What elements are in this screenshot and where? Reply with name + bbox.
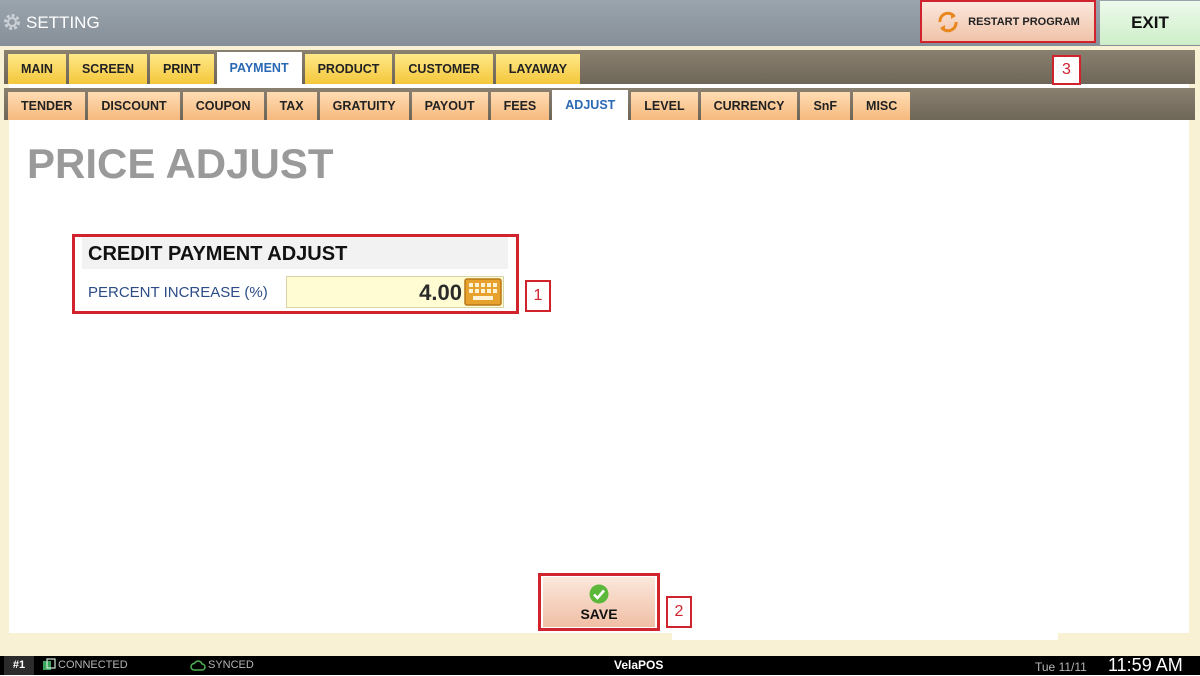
app-name-suffix: POS	[638, 658, 664, 672]
percent-increase-label: PERCENT INCREASE (%)	[88, 284, 268, 301]
taskbar-date: Tue 11/11	[1035, 660, 1087, 674]
subtab-coupon[interactable]: COUPON	[182, 92, 264, 120]
window-title: SETTING	[26, 13, 100, 32]
secondary-tab-bar: TENDER DISCOUNT COUPON TAX GRATUITY PAYOUT FEE…	[4, 88, 1195, 120]
tab-print[interactable]: PRINT	[150, 54, 214, 84]
tab-layaway[interactable]: LAYAWAY	[495, 54, 581, 84]
restart-program-label: RESTART PROGRAM	[968, 15, 1080, 28]
app-name-prefix: Vela	[614, 658, 639, 672]
page-title: PRICE ADJUST	[27, 140, 334, 187]
save-label: SAVE	[580, 606, 618, 622]
subtab-payout[interactable]: PAYOUT	[411, 92, 488, 120]
subtab-level[interactable]: LEVEL	[631, 92, 698, 120]
percent-increase-value: 4.00	[419, 280, 462, 305]
sync-status: SYNCED	[208, 659, 254, 671]
callout-3: 3	[1052, 55, 1081, 85]
station-number: #1	[4, 656, 34, 675]
subtab-discount[interactable]: DISCOUNT	[88, 92, 180, 120]
tab-product[interactable]: PRODUCT	[304, 54, 393, 84]
tab-payment[interactable]: PAYMENT	[216, 52, 302, 84]
connection-icon	[43, 658, 56, 670]
restart-icon	[938, 11, 958, 32]
connection-status: CONNECTED	[58, 659, 128, 671]
subtab-gratuity[interactable]: GRATUITY	[319, 92, 409, 120]
subtab-snf[interactable]: SnF	[800, 92, 851, 120]
tab-main[interactable]: MAIN	[8, 54, 66, 84]
bottom-strip	[672, 632, 1058, 640]
checkmark-icon	[589, 584, 609, 604]
subtab-fees[interactable]: FEES	[490, 92, 550, 120]
callout-1: 1	[525, 280, 551, 312]
subtab-adjust[interactable]: ADJUST	[552, 90, 629, 120]
keyboard-icon[interactable]	[464, 278, 502, 306]
gear-icon	[4, 14, 20, 30]
subtab-currency[interactable]: CURRENCY	[700, 92, 798, 120]
subtab-tender[interactable]: TENDER	[8, 92, 86, 120]
tab-screen[interactable]: SCREEN	[68, 54, 148, 84]
primary-tab-bar: MAIN SCREEN PRINT PAYMENT PRODUCT CUSTOMER LAY…	[4, 50, 1195, 84]
restart-program-button[interactable]: RESTART PROGRAM	[920, 0, 1096, 43]
group-title: CREDIT PAYMENT ADJUST	[88, 243, 348, 265]
taskbar-time: 11:59 AM	[1108, 655, 1183, 675]
subtab-tax[interactable]: TAX	[266, 92, 317, 120]
app-name: VelaPOS	[614, 658, 663, 672]
subtab-misc[interactable]: MISC	[853, 92, 911, 120]
tab-customer[interactable]: CUSTOMER	[395, 54, 493, 84]
taskbar: #1 CONNECTED SYNCED VelaPOS Tue 11/11 11…	[0, 655, 1200, 675]
exit-button[interactable]: EXIT	[1100, 1, 1200, 45]
cloud-icon	[190, 660, 206, 671]
callout-2: 2	[666, 596, 692, 628]
